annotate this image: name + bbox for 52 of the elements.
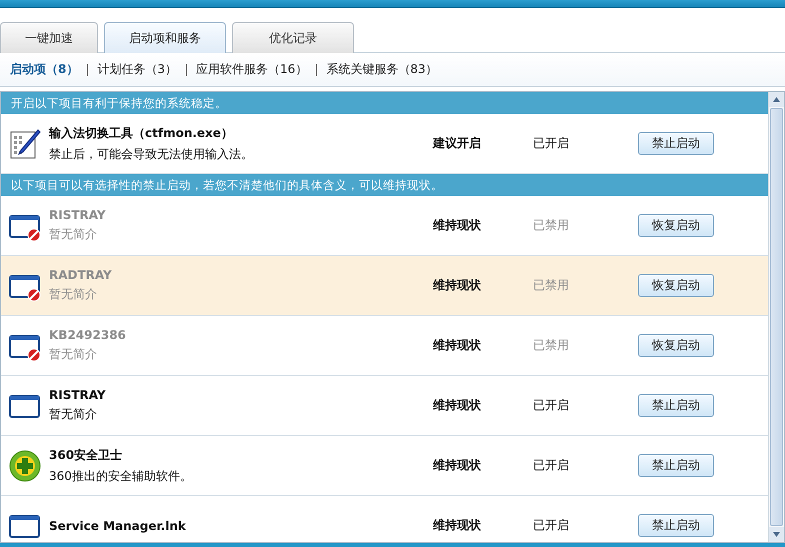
section-header: 以下项目可以有选择性的禁止启动，若您不清楚他们的具体含义，可以维持现状。 <box>1 174 768 196</box>
category-link[interactable]: 计划任务（3） <box>97 61 177 78</box>
pen-icon <box>9 128 41 160</box>
startup-item-row[interactable]: RADTRAY 暂无简介 维持现状 已禁用 恢复启动 <box>1 256 768 316</box>
item-name: Service Manager.lnk <box>49 518 187 532</box>
category-link[interactable]: 应用软件服务（16） <box>196 61 308 78</box>
startup-item-row[interactable]: KB2492386 暂无简介 维持现状 已禁用 恢复启动 <box>1 316 768 376</box>
item-description: 暂无简介 <box>49 406 98 423</box>
item-name: RISTRAY <box>49 388 107 402</box>
toggle-startup-button[interactable]: 恢复启动 <box>638 214 714 237</box>
startup-item-row[interactable]: RISTRAY 暂无简介 维持现状 已开启 禁止启动 <box>1 376 768 436</box>
status-text: 已开启 <box>533 517 570 534</box>
advice-text: 维持现状 <box>433 517 482 534</box>
category-link[interactable]: 系统关键服务（83） <box>326 61 438 78</box>
item-name: 360安全卫士 <box>49 446 124 464</box>
toggle-startup-button[interactable]: 禁止启动 <box>638 132 714 155</box>
status-text: 已禁用 <box>533 277 570 294</box>
scrollbar[interactable] <box>768 92 784 542</box>
startup-item-row[interactable]: 360安全卫士 360推出的安全辅助软件。 维持现状 已开启 禁止启动 <box>1 436 768 496</box>
item-name: RISTRAY <box>49 208 107 222</box>
status-text: 已开启 <box>533 457 570 474</box>
tab[interactable]: 优化记录 <box>232 22 354 53</box>
tab[interactable]: 启动项和服务 <box>104 22 226 54</box>
scroll-down-icon[interactable] <box>773 532 780 537</box>
plus-icon <box>9 450 41 482</box>
item-description: 暂无简介 <box>49 346 98 363</box>
item-description: 暂无简介 <box>49 226 98 243</box>
toggle-startup-button[interactable]: 恢复启动 <box>638 274 714 297</box>
status-text: 已开启 <box>533 135 570 152</box>
advice-text: 维持现状 <box>433 217 482 234</box>
advice-text: 建议开启 <box>433 135 482 152</box>
advice-text: 维持现状 <box>433 457 482 474</box>
item-description: 禁止后，可能会导致无法使用输入法。 <box>49 146 254 162</box>
item-name: RADTRAY <box>49 268 113 282</box>
toggle-startup-button[interactable]: 禁止启动 <box>638 454 714 477</box>
status-text: 已禁用 <box>533 217 570 234</box>
toggle-startup-button[interactable]: 恢复启动 <box>638 334 714 357</box>
advice-text: 维持现状 <box>433 277 482 294</box>
tab[interactable]: 一键加速 <box>0 22 98 53</box>
toggle-startup-button[interactable]: 禁止启动 <box>638 514 714 537</box>
item-name: KB2492386 <box>49 328 127 342</box>
item-name: 输入法切换工具（ctfmon.exe） <box>49 124 234 142</box>
section-header: 开启以下项目有利于保持您的系统稳定。 <box>1 92 768 114</box>
advice-text: 维持现状 <box>433 337 482 354</box>
scroll-up-icon[interactable] <box>773 97 780 102</box>
status-text: 已禁用 <box>533 337 570 354</box>
category-link[interactable]: 启动项（8） <box>10 61 78 78</box>
advice-text: 维持现状 <box>433 397 482 414</box>
status-text: 已开启 <box>533 397 570 414</box>
toggle-startup-button[interactable]: 禁止启动 <box>638 394 714 417</box>
item-description: 360推出的安全辅助软件。 <box>49 468 193 484</box>
item-description: 暂无简介 <box>49 286 98 303</box>
